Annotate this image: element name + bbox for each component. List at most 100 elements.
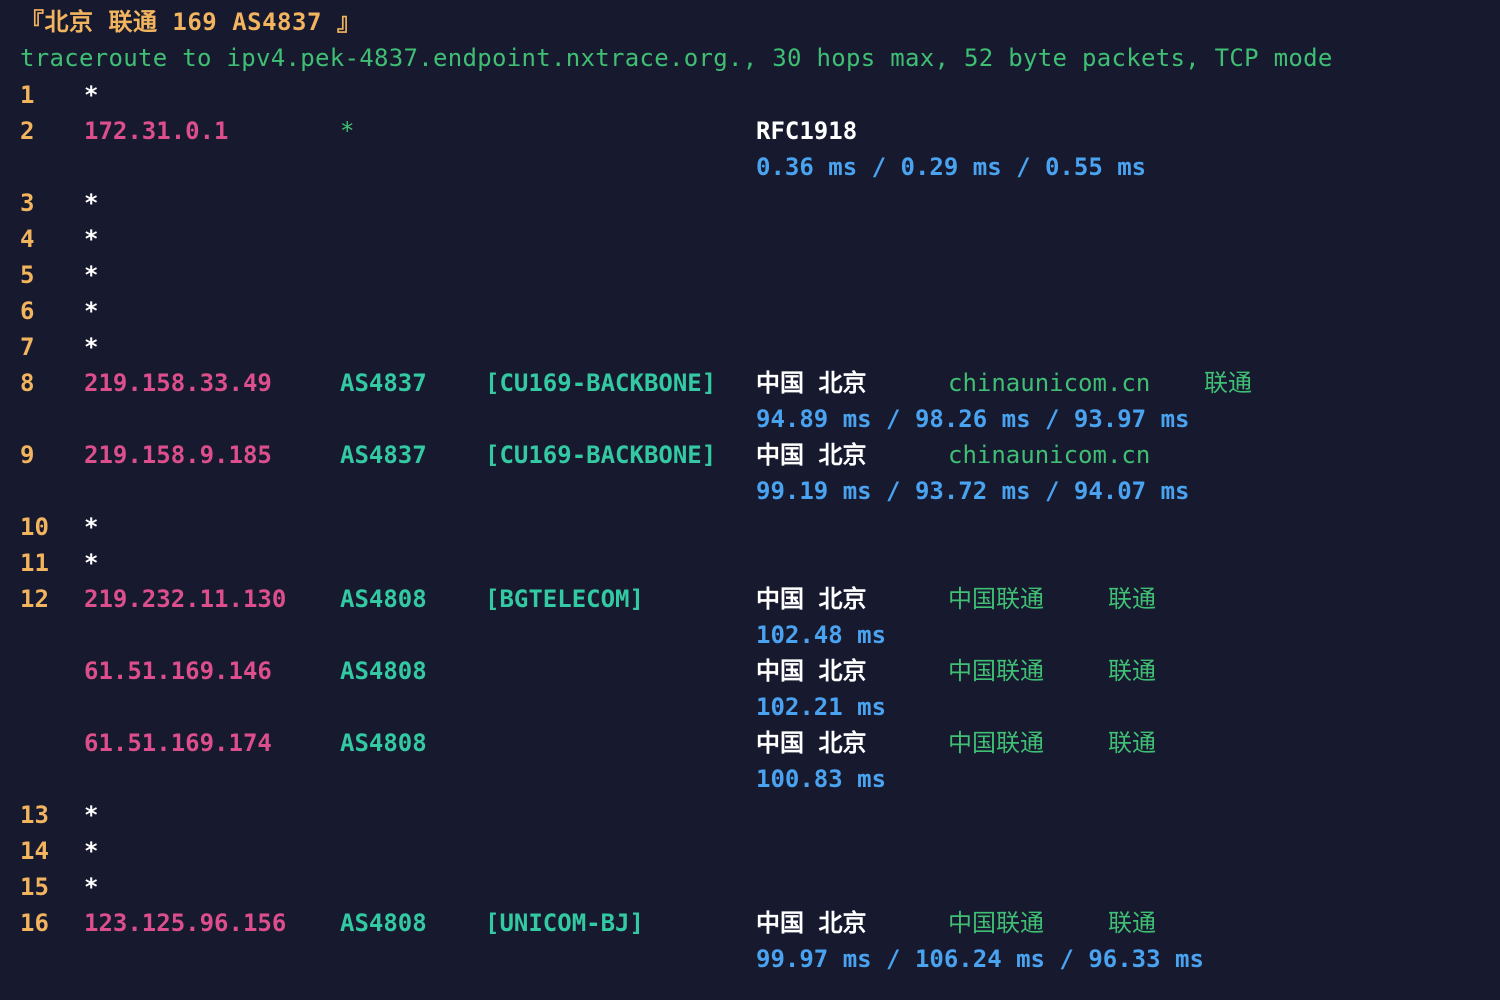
hop-number: 15 [20,873,49,901]
hop-ip[interactable]: 172.31.0.1 [84,113,229,149]
hop-isp: 联通 [1108,909,1156,937]
hop-rtt-row: 102.21 ms [0,689,886,725]
hop-number: 4 [20,225,35,253]
hop-row: 3 * [0,185,98,221]
hop-row: 16 123.125.96.156 AS4808 [UNICOM-BJ] 中国 … [0,905,1156,941]
timeout-marker: * [84,225,99,253]
hop-row: 15 * [0,869,98,905]
hop-ip[interactable]: 219.158.9.185 [84,437,272,473]
hop-geo: 中国 北京 [756,909,867,937]
timeout-marker: * [84,549,99,577]
hop-number: 16 [20,909,49,937]
hop-isp: 联通 [1204,369,1252,397]
hop-row: 10 * [0,509,98,545]
hop-row: 61.51.169.174 AS4808 中国 北京 中国联通 联通 [0,725,1156,761]
hop-row: 6 * [0,293,98,329]
hop-rtt: 94.89 ms / 98.26 ms / 93.97 ms [756,405,1190,433]
hop-ip[interactable]: 61.51.169.146 [84,653,272,689]
hop-number: 7 [20,333,35,361]
hop-number: 5 [20,261,35,289]
hop-isp: 联通 [1108,585,1156,613]
timeout-marker: * [84,189,99,217]
hop-domain: chinaunicom.cn [948,369,1151,397]
hop-row: 9 219.158.9.185 AS4837 [CU169-BACKBONE] … [0,437,1150,473]
hop-domain: chinaunicom.cn [948,441,1151,469]
hop-row: 11 * [0,545,98,581]
hop-row: 8 219.158.33.49 AS4837 [CU169-BACKBONE] … [0,365,1252,401]
hop-row: 4 * [0,221,98,257]
hop-rtt: 102.21 ms [756,693,887,721]
hop-asn: AS4808 [340,729,427,757]
hop-ip[interactable]: 123.125.96.156 [84,905,286,941]
traceroute-command: traceroute to ipv4.pek-4837.endpoint.nxt… [20,44,1333,72]
hop-network-tag: [CU169-BACKBONE] [485,441,717,469]
hop-rtt: 99.97 ms / 106.24 ms / 96.33 ms [756,945,1204,973]
hop-number: 10 [20,513,49,541]
hop-rtt-row: 99.97 ms / 106.24 ms / 96.33 ms [0,941,1204,977]
hop-geo: RFC1918 [756,117,858,145]
hop-row: 1 * [0,77,98,113]
trace-title: 『北京 联通 169 AS4837 』 [20,8,362,36]
timeout-marker: * [84,297,99,325]
timeout-marker: * [84,81,99,109]
hop-number: 1 [20,81,35,109]
hop-ip[interactable]: 219.232.11.130 [84,581,286,617]
hop-number: 12 [20,585,49,613]
hop-row: 2 172.31.0.1 * RFC1918 [0,113,857,149]
hop-rtt-row: 99.19 ms / 93.72 ms / 94.07 ms [0,473,1189,509]
hop-number: 8 [20,369,35,397]
hop-asn: AS4808 [340,585,427,613]
hop-row: 14 * [0,833,98,869]
hop-geo: 中国 北京 [756,657,867,685]
timeout-marker: * [84,837,99,865]
hop-org: 中国联通 [948,909,1044,937]
hop-network-tag: [BGTELECOM] [485,585,644,613]
hop-network-tag: [UNICOM-BJ] [485,909,644,937]
hop-row: 61.51.169.146 AS4808 中国 北京 中国联通 联通 [0,653,1156,689]
command-line: traceroute to ipv4.pek-4837.endpoint.nxt… [0,40,1332,76]
hop-rtt: 100.83 ms [756,765,887,793]
hop-isp: 联通 [1108,729,1156,757]
hop-asn: AS4837 [340,369,427,397]
hop-row: 13 * [0,797,98,833]
hop-geo: 中国 北京 [756,369,867,397]
hop-org: 中国联通 [948,657,1044,685]
hop-rtt-row: 0.36 ms / 0.29 ms / 0.55 ms [0,149,1146,185]
hop-geo: 中国 北京 [756,585,867,613]
timeout-marker: * [84,873,99,901]
hop-rtt-row: 100.83 ms [0,761,886,797]
hop-asn: AS4808 [340,909,427,937]
hop-rtt-row: 102.48 ms [0,617,886,653]
hop-isp: 联通 [1108,657,1156,685]
hop-row: 7 * [0,329,98,365]
hop-number: 13 [20,801,49,829]
hop-rtt: 102.48 ms [756,621,887,649]
hop-geo: 中国 北京 [756,729,867,757]
hop-number: 6 [20,297,35,325]
hop-number: 2 [20,117,35,145]
hop-network-tag: [CU169-BACKBONE] [485,369,717,397]
hop-rtt-row: 94.89 ms / 98.26 ms / 93.97 ms [0,401,1189,437]
hop-number: 11 [20,549,49,577]
hop-rtt: 99.19 ms / 93.72 ms / 94.07 ms [756,477,1190,505]
hop-number: 3 [20,189,35,217]
hop-ip[interactable]: 61.51.169.174 [84,725,272,761]
hop-asn: * [340,117,355,145]
hop-org: 中国联通 [948,585,1044,613]
hop-asn: AS4808 [340,657,427,685]
hop-row: 12 219.232.11.130 AS4808 [BGTELECOM] 中国 … [0,581,1156,617]
hop-ip[interactable]: 219.158.33.49 [84,365,272,401]
hop-org: 中国联通 [948,729,1044,757]
title-line: 『北京 联通 169 AS4837 』 [0,4,361,40]
timeout-marker: * [84,261,99,289]
hop-geo: 中国 北京 [756,441,867,469]
terminal-window: 『北京 联通 169 AS4837 』 traceroute to ipv4.p… [0,0,1500,1000]
timeout-marker: * [84,801,99,829]
timeout-marker: * [84,333,99,361]
timeout-marker: * [84,513,99,541]
hop-row: 5 * [0,257,98,293]
hop-rtt: 0.36 ms / 0.29 ms / 0.55 ms [756,153,1147,181]
hop-number: 14 [20,837,49,865]
hop-asn: AS4837 [340,441,427,469]
hop-number: 9 [20,441,35,469]
